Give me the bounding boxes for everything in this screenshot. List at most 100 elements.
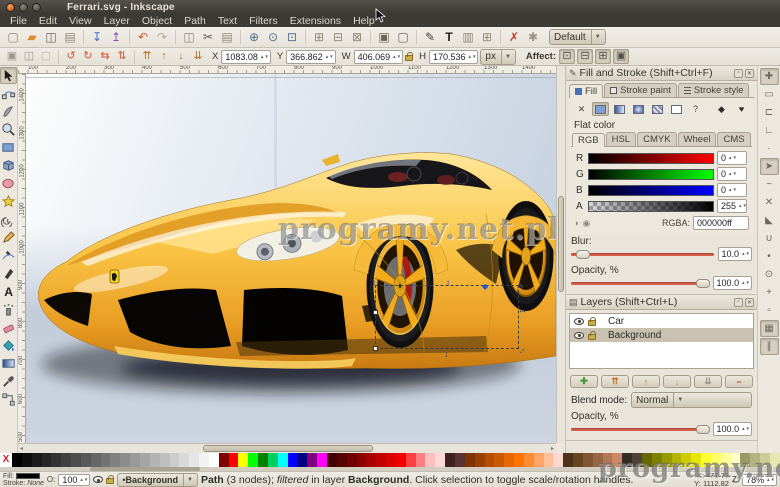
w-field[interactable]: 406.069▲▼ <box>354 50 403 64</box>
tool-selector[interactable] <box>0 67 17 84</box>
selection-marquee[interactable]: ↔ ↔ ↔ ↕ ↕ ↕ ◆ <box>375 285 519 349</box>
palette-swatch[interactable] <box>229 453 239 467</box>
palette-swatch[interactable] <box>357 453 367 467</box>
lower-to-bottom-button[interactable]: ⇊ <box>190 49 206 64</box>
tool-rectangle[interactable] <box>0 139 17 156</box>
snap-bbox-midpoints-toggle[interactable]: · <box>760 140 779 157</box>
spinner-arrows-icon[interactable]: ▲▼ <box>728 172 737 176</box>
pattern-button[interactable] <box>649 102 666 116</box>
palette-swatch[interactable] <box>307 453 317 467</box>
layer-row-background[interactable]: Background <box>570 328 753 342</box>
tool-tweak[interactable] <box>0 103 17 120</box>
palette-swatch[interactable] <box>396 453 406 467</box>
fill-rule-evenodd-button[interactable]: ♥ <box>733 102 750 116</box>
palette-swatch[interactable] <box>179 453 189 467</box>
palette-swatch[interactable] <box>101 453 111 467</box>
channel-value-a[interactable]: 255▲▼ <box>717 199 747 213</box>
colortab-cms[interactable]: CMS <box>717 132 750 146</box>
colortab-rgb[interactable]: RGB <box>572 133 605 147</box>
snap-midpoints-toggle[interactable]: • <box>760 248 779 265</box>
spinner-arrows-icon[interactable]: ▲▼ <box>325 55 334 59</box>
tool-3d-box[interactable] <box>0 157 17 174</box>
fill-stroke-dialog-button[interactable]: ✎ <box>421 29 439 46</box>
cut-button[interactable]: ✂ <box>199 29 217 46</box>
tool-calligraphy[interactable] <box>0 265 17 282</box>
transform-gradients-toggle[interactable]: ⊞ <box>595 49 611 64</box>
minimize-window-button[interactable] <box>19 3 28 12</box>
palette-swatch[interactable] <box>366 453 376 467</box>
lower-layer-button[interactable]: ↓ <box>663 375 691 388</box>
lower-layer-to-bottom-button[interactable]: ⇊ <box>694 375 722 388</box>
colortab-wheel[interactable]: Wheel <box>678 132 717 146</box>
menu-view[interactable]: View <box>63 15 98 27</box>
palette-swatch[interactable] <box>268 453 278 467</box>
radial-gradient-button[interactable] <box>630 102 647 116</box>
raise-button[interactable]: ↑ <box>156 49 172 64</box>
tool-connector[interactable] <box>0 391 17 408</box>
panel-shade-icon[interactable]: ▫ <box>734 298 743 307</box>
scroll-left-icon[interactable]: ◂ <box>20 445 23 452</box>
palette-swatch[interactable] <box>534 453 544 467</box>
tool-node-editor[interactable] <box>0 85 17 102</box>
palette-swatch[interactable] <box>455 453 465 467</box>
palette-swatch[interactable] <box>160 453 170 467</box>
select-all-layers-button[interactable]: ◫ <box>21 49 37 64</box>
palette-swatch[interactable] <box>51 453 61 467</box>
raise-to-top-button[interactable]: ⇈ <box>139 49 155 64</box>
zoom-to-drawing-button[interactable]: ⊙ <box>264 29 282 46</box>
xml-editor-button[interactable]: ▥ <box>459 29 477 46</box>
flip-horizontal-button[interactable]: ⇆ <box>97 49 113 64</box>
palette-no-color[interactable]: X <box>0 453 12 467</box>
layer-lock-icon[interactable] <box>106 478 114 484</box>
lock-aspect-icon[interactable] <box>405 55 413 61</box>
vertical-scrollbar-thumb[interactable] <box>558 196 564 292</box>
palette-swatch[interactable] <box>248 453 258 467</box>
palette-swatch[interactable] <box>514 453 524 467</box>
snap-cusp-nodes-toggle[interactable]: ◣ <box>760 212 779 229</box>
menu-layer[interactable]: Layer <box>98 15 136 27</box>
menu-path[interactable]: Path <box>178 15 212 27</box>
close-window-button[interactable] <box>6 3 15 12</box>
fs-opacity-field[interactable]: 100.0▲▼ <box>713 276 752 290</box>
colortab-hsl[interactable]: HSL <box>606 132 636 146</box>
zoom-to-page-button[interactable]: ⊡ <box>283 29 301 46</box>
palette-swatch[interactable] <box>189 453 199 467</box>
redo-button[interactable]: ↷ <box>153 29 171 46</box>
deselect-button[interactable]: ▢ <box>38 49 54 64</box>
menu-edit[interactable]: Edit <box>33 15 63 27</box>
palette-swatch[interactable] <box>12 453 22 467</box>
rotate-ccw-button[interactable]: ↺ <box>63 49 79 64</box>
current-layer-combo[interactable]: •Background ▼ <box>117 473 198 487</box>
swatch-dot-icon[interactable]: ◉ <box>582 218 590 229</box>
panel-close-icon[interactable]: ✕ <box>745 69 754 78</box>
tool-eraser[interactable] <box>0 319 17 336</box>
print-document-button[interactable]: ▤ <box>61 29 79 46</box>
fill-rule-nonzero-button[interactable]: ◆ <box>713 102 730 116</box>
layers-panel-titlebar[interactable]: ▤ Layers (Shift+Ctrl+L) ▫✕ <box>566 295 757 310</box>
palette-swatch[interactable] <box>376 453 386 467</box>
layer-lock-icon[interactable] <box>588 320 596 326</box>
menu-extensions[interactable]: Extensions <box>284 15 347 27</box>
import-bitmap-button[interactable]: ↧ <box>88 29 106 46</box>
gradient-handle-icon[interactable]: ↕ <box>372 279 376 287</box>
rgba-field[interactable]: 000000ff <box>693 216 749 230</box>
colortab-cmyk[interactable]: CMYK <box>637 132 676 146</box>
group-button[interactable]: ▣ <box>375 29 393 46</box>
tool-spiral[interactable] <box>0 211 17 228</box>
copy-button[interactable]: ◫ <box>180 29 198 46</box>
car-artwork[interactable] <box>26 74 556 443</box>
snap-nodes-toggle[interactable]: ➤ <box>760 158 779 175</box>
tool-gradient[interactable] <box>0 355 17 372</box>
snap-page-border-toggle[interactable]: ▫ <box>760 302 779 319</box>
unlink-clone-button[interactable]: ⊠ <box>348 29 366 46</box>
palette-swatch[interactable] <box>416 453 426 467</box>
fill-color-chip[interactable] <box>16 473 40 479</box>
spinner-arrows-icon[interactable]: ▲▼ <box>728 188 737 192</box>
flip-vertical-button[interactable]: ⇅ <box>114 49 130 64</box>
palette-swatch[interactable] <box>573 453 583 467</box>
tool-spray[interactable] <box>0 301 17 318</box>
layer-opacity-field[interactable]: 100.0▲▼ <box>713 422 752 436</box>
node-handle[interactable] <box>373 346 378 351</box>
object-opacity-field[interactable]: 100▲▼ <box>58 474 90 486</box>
flat-color-button[interactable] <box>592 102 609 116</box>
